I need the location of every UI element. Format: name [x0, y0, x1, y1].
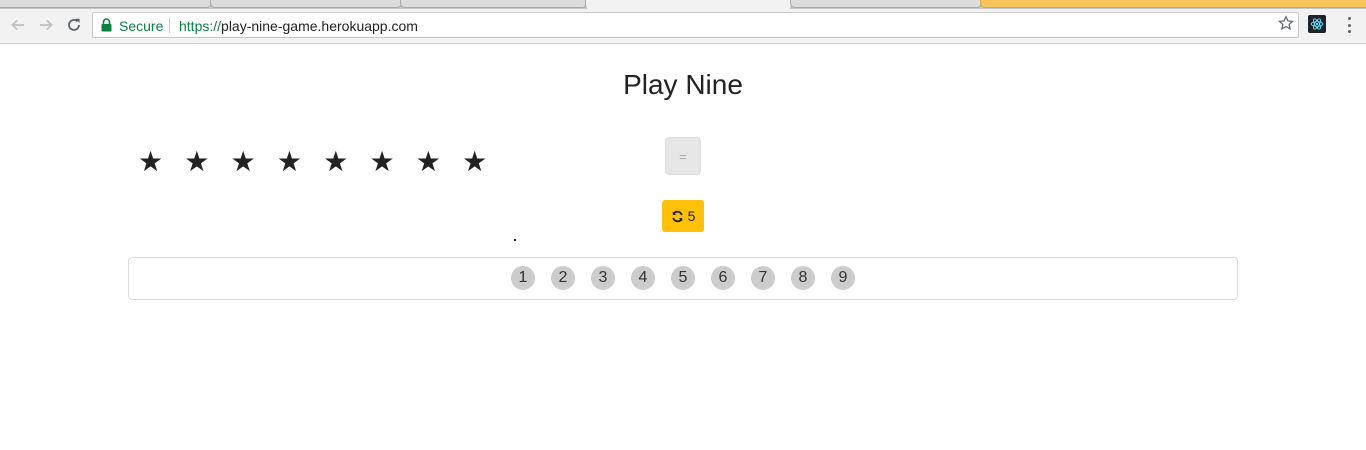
browser-menu-icon[interactable] [1341, 15, 1357, 35]
refresh-icon [672, 210, 683, 222]
number-button[interactable]: 2 [551, 266, 575, 290]
star-icon: ★ [230, 146, 256, 177]
address-divider [169, 18, 170, 33]
browser-toolbar: Secure https://play-nine-game.herokuapp.… [0, 9, 1366, 44]
star-icon: ★ [276, 146, 302, 177]
number-button[interactable]: 3 [591, 266, 615, 290]
browser-tab[interactable] [400, 0, 587, 8]
tab-strip [0, 0, 1366, 9]
star-icon: ★ [415, 146, 441, 177]
answer-frame [514, 239, 516, 241]
react-devtools-icon[interactable] [1308, 15, 1326, 33]
stars-frame: ★ ★ ★ ★ ★ ★ ★ ★ [138, 148, 487, 176]
arrow-left-icon [11, 19, 24, 31]
number-button[interactable]: 4 [631, 266, 655, 290]
page-title: Play Nine [623, 69, 743, 100]
star-icon: ★ [462, 146, 488, 177]
url-text: https://play-nine-game.herokuapp.com [179, 18, 418, 34]
arrow-right-icon [40, 19, 53, 31]
number-button[interactable]: 8 [791, 266, 815, 290]
numbers-list: 1 2 3 4 5 6 7 8 9 [511, 266, 855, 290]
secure-label: Secure [119, 18, 164, 34]
bookmark-star-icon[interactable] [1278, 15, 1294, 36]
number-button[interactable]: 5 [671, 266, 695, 290]
number-button[interactable]: 1 [511, 266, 535, 290]
star-icon: ★ [138, 146, 164, 177]
forward-button[interactable] [35, 14, 57, 36]
star-icon: ★ [184, 146, 210, 177]
equals-label: = [679, 148, 687, 164]
number-button[interactable]: 6 [711, 266, 735, 290]
number-button[interactable]: 7 [751, 266, 775, 290]
url-scheme: https:// [179, 18, 222, 34]
browser-tab[interactable] [210, 0, 402, 8]
address-bar[interactable]: Secure https://play-nine-game.herokuapp.… [92, 12, 1299, 38]
game-page: Play Nine ★ ★ ★ ★ ★ ★ ★ ★ = 5 1 2 3 4 5 6 7 8 9 [0, 44, 1366, 450]
browser-tab-active[interactable] [585, 0, 792, 9]
star-icon: ★ [369, 146, 395, 177]
back-button[interactable] [7, 14, 29, 36]
number-button[interactable]: 9 [831, 266, 855, 290]
redraw-count: 5 [687, 208, 696, 224]
check-answer-button[interactable]: = [665, 137, 701, 175]
reload-button[interactable] [63, 14, 85, 36]
browser-tab[interactable] [0, 0, 212, 8]
browser-tab[interactable] [790, 0, 982, 8]
lock-icon [101, 18, 112, 37]
browser-tab[interactable] [980, 0, 1366, 8]
redraw-button[interactable]: 5 [662, 200, 704, 232]
url-host: play-nine-game.herokuapp.com [221, 18, 418, 34]
star-icon: ★ [323, 146, 349, 177]
reload-icon [68, 18, 80, 31]
